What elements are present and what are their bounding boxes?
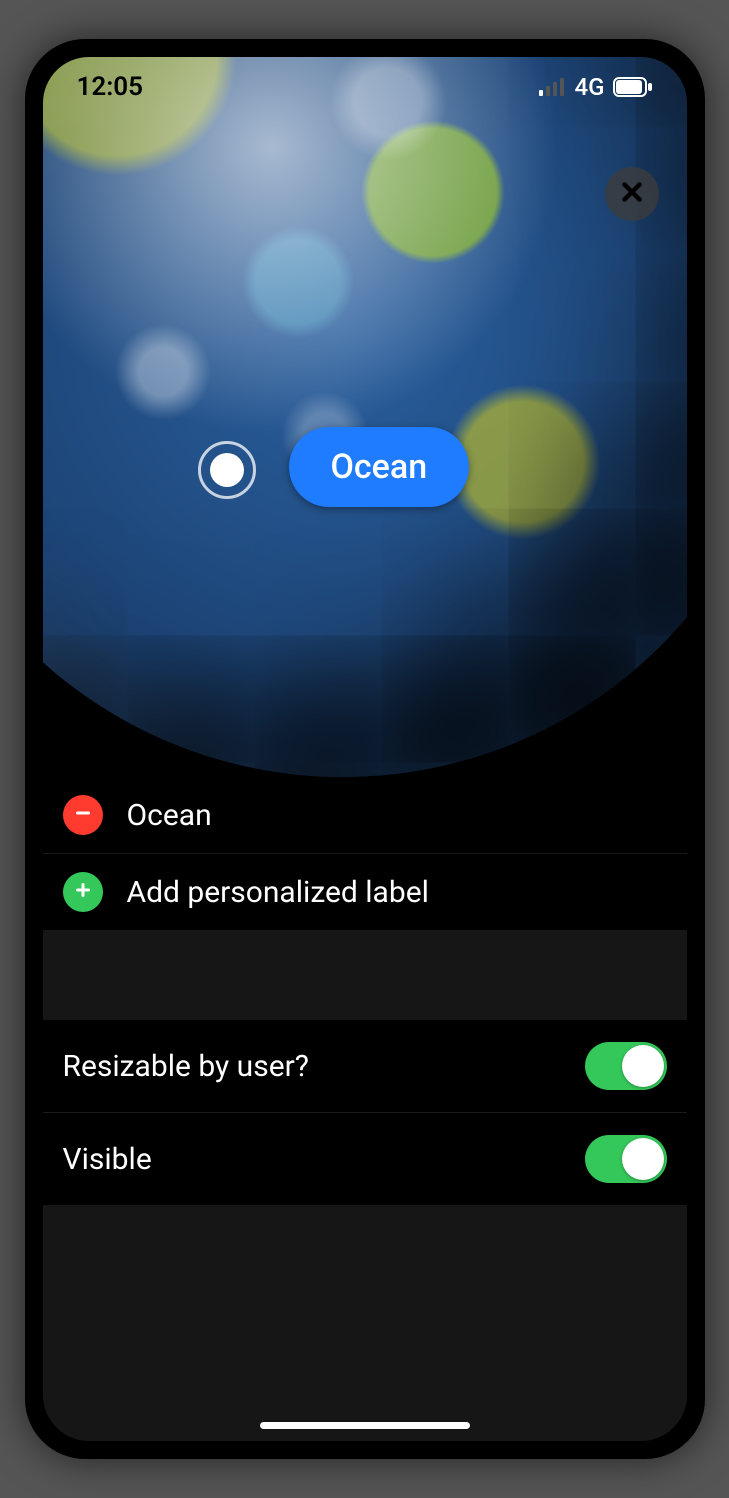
switch-knob-icon	[622, 1138, 664, 1180]
marker-dot-icon	[210, 453, 244, 487]
battery-icon	[613, 77, 653, 97]
add-label-button[interactable]	[63, 872, 103, 912]
close-icon	[619, 179, 645, 209]
add-label-text: Add personalized label	[127, 875, 429, 910]
plus-icon	[73, 880, 93, 904]
label-row-text: Ocean	[127, 798, 212, 833]
network-label: 4G	[575, 73, 605, 101]
label-row[interactable]: Ocean	[43, 777, 687, 854]
screen: 12:05 4G	[43, 57, 687, 1441]
home-indicator[interactable]	[260, 1422, 470, 1429]
switch-knob-icon	[622, 1045, 664, 1087]
visible-toggle[interactable]	[585, 1135, 667, 1183]
preview-area[interactable]: Ocean	[43, 57, 687, 777]
resizable-label: Resizable by user?	[63, 1049, 309, 1084]
settings-list: Resizable by user? Visible	[43, 1020, 687, 1205]
remove-label-button[interactable]	[63, 795, 103, 835]
resizable-toggle[interactable]	[585, 1042, 667, 1090]
visible-row: Visible	[43, 1113, 687, 1205]
resizable-row: Resizable by user?	[43, 1020, 687, 1113]
map-marker[interactable]	[198, 441, 256, 499]
filler	[43, 1205, 687, 1441]
status-time: 12:05	[77, 72, 144, 102]
label-pill[interactable]: Ocean	[289, 427, 470, 507]
status-bar: 12:05 4G	[43, 57, 687, 117]
globe-image	[43, 57, 687, 777]
add-label-row[interactable]: Add personalized label	[43, 854, 687, 930]
minus-icon	[73, 803, 93, 827]
visible-label: Visible	[63, 1142, 152, 1177]
signal-icon	[539, 78, 567, 96]
status-right: 4G	[539, 73, 653, 101]
close-button[interactable]	[605, 167, 659, 221]
label-list: Ocean Add personalized label	[43, 777, 687, 930]
section-gap	[43, 930, 687, 1020]
phone-frame: 12:05 4G	[25, 39, 705, 1459]
